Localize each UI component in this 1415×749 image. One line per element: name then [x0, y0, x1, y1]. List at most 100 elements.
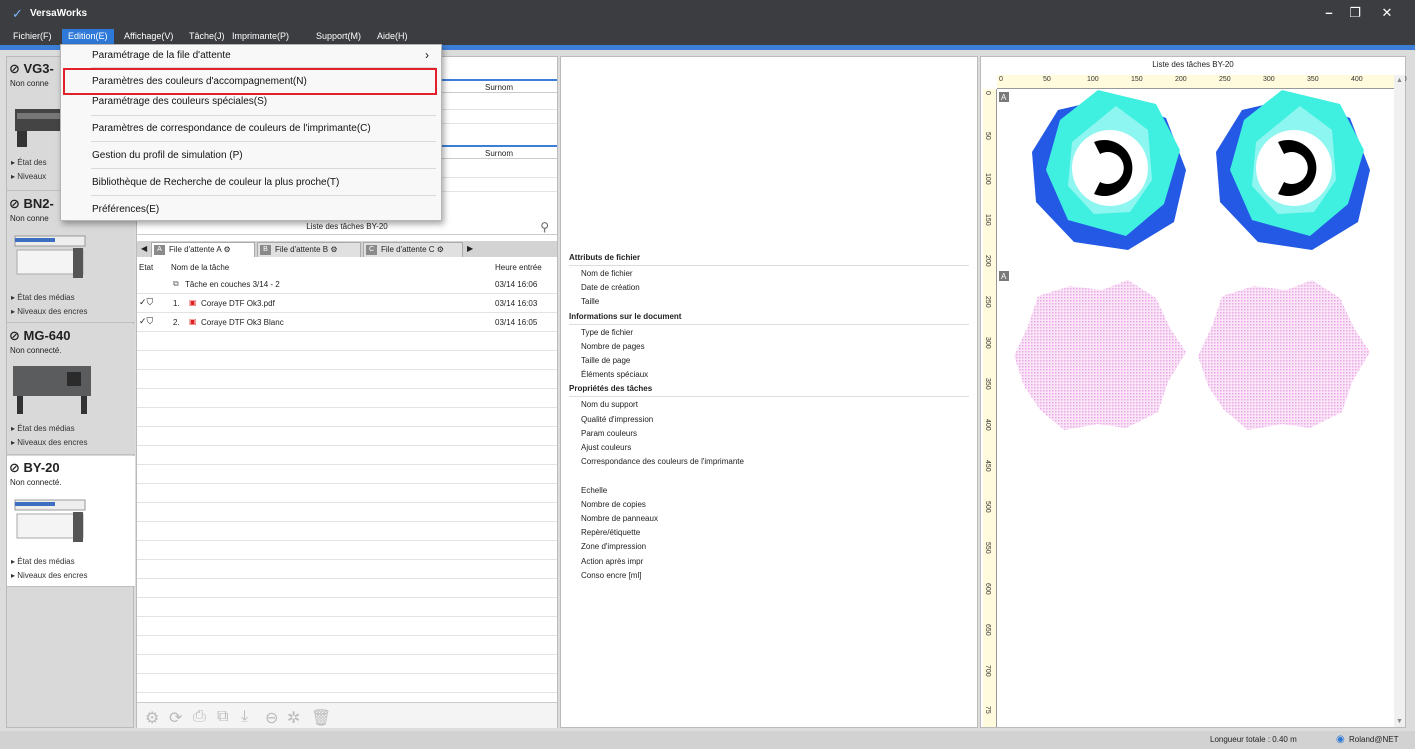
menu-tache[interactable]: Tâche(J)	[183, 29, 231, 45]
logo-preview-2	[1216, 90, 1370, 250]
printer-status: Non connecté.	[10, 346, 62, 355]
tab-queue-a[interactable]: A File d'attente A ⚙	[151, 242, 255, 257]
grid-line	[137, 540, 557, 541]
ruler-tick-label: 300	[1263, 76, 1275, 83]
tab-scroll-left-icon[interactable]: ◀	[141, 244, 147, 253]
info-item: Taille de page	[581, 356, 631, 365]
col-state[interactable]: Etat	[139, 263, 153, 272]
tab-scroll-right-icon[interactable]: ▶	[467, 244, 473, 253]
preview-scrollbar[interactable]: ▲ ▼	[1394, 75, 1405, 727]
menu-fichier[interactable]: Fichier(F)	[7, 29, 58, 45]
ink-levels-link[interactable]: ▸ Niveaux des encres	[11, 307, 88, 316]
roland-net-icon: ◉	[1336, 734, 1345, 745]
grid-line	[137, 616, 557, 617]
col-surnom: Surnom	[485, 149, 514, 158]
printer-card-mg640[interactable]: ⊘ MG-640 Non connecté. ▸ État des médias…	[7, 324, 135, 455]
grid-line	[137, 445, 557, 446]
download-icon[interactable]: ⤓	[241, 708, 248, 726]
restore-button[interactable]: ❐	[1344, 5, 1366, 21]
menu-item-nearest-color-library[interactable]: Bibliothèque de Recherche de couleur la …	[92, 177, 339, 188]
ruler-tick-label: 50	[984, 132, 991, 140]
ruler-tick-label: 200	[984, 255, 991, 267]
rip-icon[interactable]: ⧉	[217, 708, 228, 726]
grid-line	[137, 407, 557, 408]
ink-levels-link[interactable]: ▸ Niveaux des encres	[11, 438, 88, 447]
table-row[interactable]: ⧉ Tâche en couches 3/14 - 2 03/14 16:06	[137, 278, 557, 292]
info-section-title: Propriétés des tâches	[569, 384, 653, 394]
versaworks-logo-icon: ✓	[12, 6, 23, 21]
trash-icon[interactable]: 🗑	[311, 708, 331, 728]
loading-icon[interactable]: ✲	[287, 708, 300, 728]
grid-line	[137, 521, 557, 522]
printer-card-by20[interactable]: ⊘ BY-20 Non connecté. ▸ État des médias …	[7, 456, 135, 587]
menu-item-printer-color-matching[interactable]: Paramètres de correspondance de couleurs…	[92, 123, 371, 134]
stop-icon[interactable]: ⊖	[265, 708, 278, 728]
info-item: Zone d'impression	[581, 542, 647, 552]
minimize-button[interactable]: –	[1318, 5, 1340, 20]
col-job-name[interactable]: Nom de la tâche	[171, 263, 229, 272]
ruler-tick-label: 400	[984, 419, 991, 431]
printer-name: ⊘ VG3-	[9, 61, 54, 76]
ruler-tick-label: 600	[984, 583, 991, 595]
repeat-icon[interactable]: ⟳	[169, 708, 182, 728]
ruler-tick-label: 250	[984, 296, 991, 308]
grid-line	[137, 654, 557, 655]
preview-canvas[interactable]: A A	[998, 90, 1394, 727]
media-state-link[interactable]: ▸ État des médias	[11, 293, 75, 302]
grid-line	[137, 369, 557, 370]
gear-icon: ⚙	[330, 245, 338, 254]
media-state-link[interactable]: ▸ État des médias	[11, 557, 75, 566]
ruler-tick-label: 450	[984, 460, 991, 472]
menu-edition[interactable]: Edition(E)	[62, 29, 114, 45]
white-layer-preview-1	[1014, 280, 1186, 430]
grid-line	[137, 312, 557, 313]
menu-affichage[interactable]: Affichage(V)	[118, 29, 179, 45]
search-icon[interactable]: ⚲	[540, 219, 549, 235]
roland-net-link[interactable]: Roland@NET	[1349, 735, 1398, 744]
info-item: Repère/étiquette	[581, 528, 641, 538]
grid-line	[137, 635, 557, 636]
info-item: Nom de fichier	[581, 269, 633, 278]
menu-imprimante[interactable]: Imprimante(P)	[226, 29, 295, 45]
tab-queue-b[interactable]: B File d'attente B ⚙	[257, 242, 361, 257]
menu-support[interactable]: Support(M)	[310, 29, 367, 45]
col-time[interactable]: Heure entrée	[495, 263, 542, 272]
ruler-tick-label: 650	[984, 624, 991, 636]
tab-queue-c[interactable]: C File d'attente C ⚙	[363, 242, 463, 257]
gear-icon: ⚙	[436, 245, 444, 254]
ruler-tick-label: 500	[984, 501, 991, 513]
info-item: Nom du support	[581, 400, 638, 410]
ruler-tick-label: 350	[1307, 76, 1319, 83]
info-item: Date de création	[581, 283, 640, 293]
menu-item-queue-settings[interactable]: Paramétrage de la file d'attente	[92, 50, 231, 61]
status-bar: Longueur totale : 0.40 m ◉ Roland@NET	[0, 731, 1415, 749]
grid-line	[137, 559, 557, 560]
svg-text:A: A	[1001, 272, 1007, 281]
info-divider	[569, 323, 969, 325]
media-state-link[interactable]: ▸ État des médias	[11, 424, 75, 433]
menu-item-simulation-profile[interactable]: Gestion du profil de simulation (P)	[92, 150, 243, 161]
grid-line	[137, 692, 557, 693]
grid-line	[137, 350, 557, 351]
queue-title: Liste des tâches BY-20 ⚲	[137, 219, 557, 235]
table-row[interactable]: ✓⛉ 1. ▣ Coraye DTF Ok3.pdf 03/14 16:03	[137, 297, 557, 311]
printer-image	[14, 499, 86, 542]
settings-icon[interactable]: ⚙	[145, 708, 159, 728]
ink-levels-link[interactable]: ▸ Niveaux des encres	[11, 571, 88, 580]
ink-levels-link[interactable]: ▸ Niveaux	[11, 172, 46, 181]
grid-line	[137, 502, 557, 503]
info-item: Nombre de pages	[581, 341, 645, 351]
printer-status: Non connecté.	[10, 478, 62, 487]
printer-image	[14, 235, 86, 278]
close-button[interactable]: ✕	[1376, 5, 1398, 21]
logo-preview-1	[1032, 90, 1186, 250]
menu-item-special-colors[interactable]: Paramétrage des couleurs spéciales(S)	[92, 96, 267, 107]
menu-item-preferences[interactable]: Préférences(E)	[92, 204, 159, 215]
highlight-box	[63, 68, 437, 95]
media-state-link[interactable]: ▸ État des	[11, 158, 47, 167]
menu-aide[interactable]: Aide(H)	[371, 29, 414, 45]
print-icon[interactable]: ⎙	[193, 708, 206, 726]
printer-name: ⊘ BN2-	[9, 196, 54, 211]
layered-job-icon: ⧉	[173, 279, 179, 288]
table-row[interactable]: ✓⛉ 2. ▣ Coraye DTF Ok3 Blanc 03/14 16:05	[137, 316, 557, 330]
